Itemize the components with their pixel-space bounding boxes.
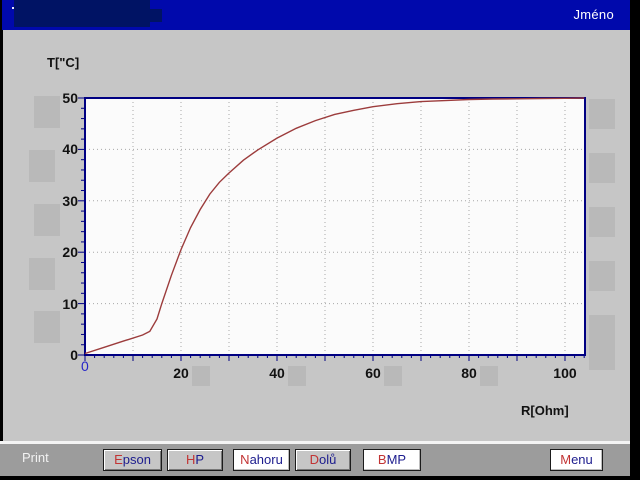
bmp-button-accel: B [378,452,387,467]
hp-button-accel: H [186,452,195,467]
title-bar: Jméno [2,0,630,30]
menu-button-accel: M [560,452,571,467]
epson-button-rest: pson [123,452,151,467]
print-label: Print [22,450,49,465]
dolu-button-accel: D [310,452,319,467]
x-tick-label: 20 [159,365,203,381]
titlebar-artifact [14,0,150,27]
y-tick-label: 10 [36,296,78,312]
bmp-button[interactable]: BMP [363,449,421,471]
y-tick-label: 50 [36,90,78,106]
y-tick-label: 20 [36,244,78,260]
menu-button[interactable]: Menu [550,449,603,471]
menu-button-rest: enu [571,452,593,467]
dolu-button[interactable]: Dolů [295,449,351,471]
y-tick-label: 40 [36,141,78,157]
nahoru-button-accel: N [240,452,249,467]
window-title: Jméno [573,7,614,22]
y-tick-label: 30 [36,193,78,209]
ghost-patch [29,258,55,290]
chart-plot [75,96,597,368]
ghost-patch [34,204,60,236]
x-axis-title: R[Ohm] [521,403,569,418]
nahoru-button[interactable]: Nahoru [233,449,290,471]
titlebar-artifact-small [150,9,162,22]
titlebar-cursor-dot [12,7,14,9]
x-tick-label: 40 [255,365,299,381]
x-tick-label: 0 [81,358,89,374]
hp-button-rest: P [195,452,204,467]
x-tick-label: 100 [543,365,587,381]
x-tick-label: 60 [351,365,395,381]
bottom-bar: Print Epson HP Nahoru Dolů BMP Menu [0,444,630,476]
y-tick-label: 0 [36,347,78,363]
epson-button-accel: E [114,452,123,467]
hp-button[interactable]: HP [167,449,223,471]
dolu-button-rest: olů [319,452,336,467]
plot-background [85,98,585,355]
epson-button[interactable]: Epson [103,449,162,471]
ghost-patch [34,311,60,343]
app-screen: Jméno T["C] R[Ohm] Print Epson HP Nahoru… [0,0,640,480]
bmp-button-rest: MP [387,452,407,467]
screen-bottom-border [0,476,640,480]
nahoru-button-rest: ahoru [250,452,283,467]
x-tick-label: 80 [447,365,491,381]
y-axis-title: T["C] [47,55,79,70]
